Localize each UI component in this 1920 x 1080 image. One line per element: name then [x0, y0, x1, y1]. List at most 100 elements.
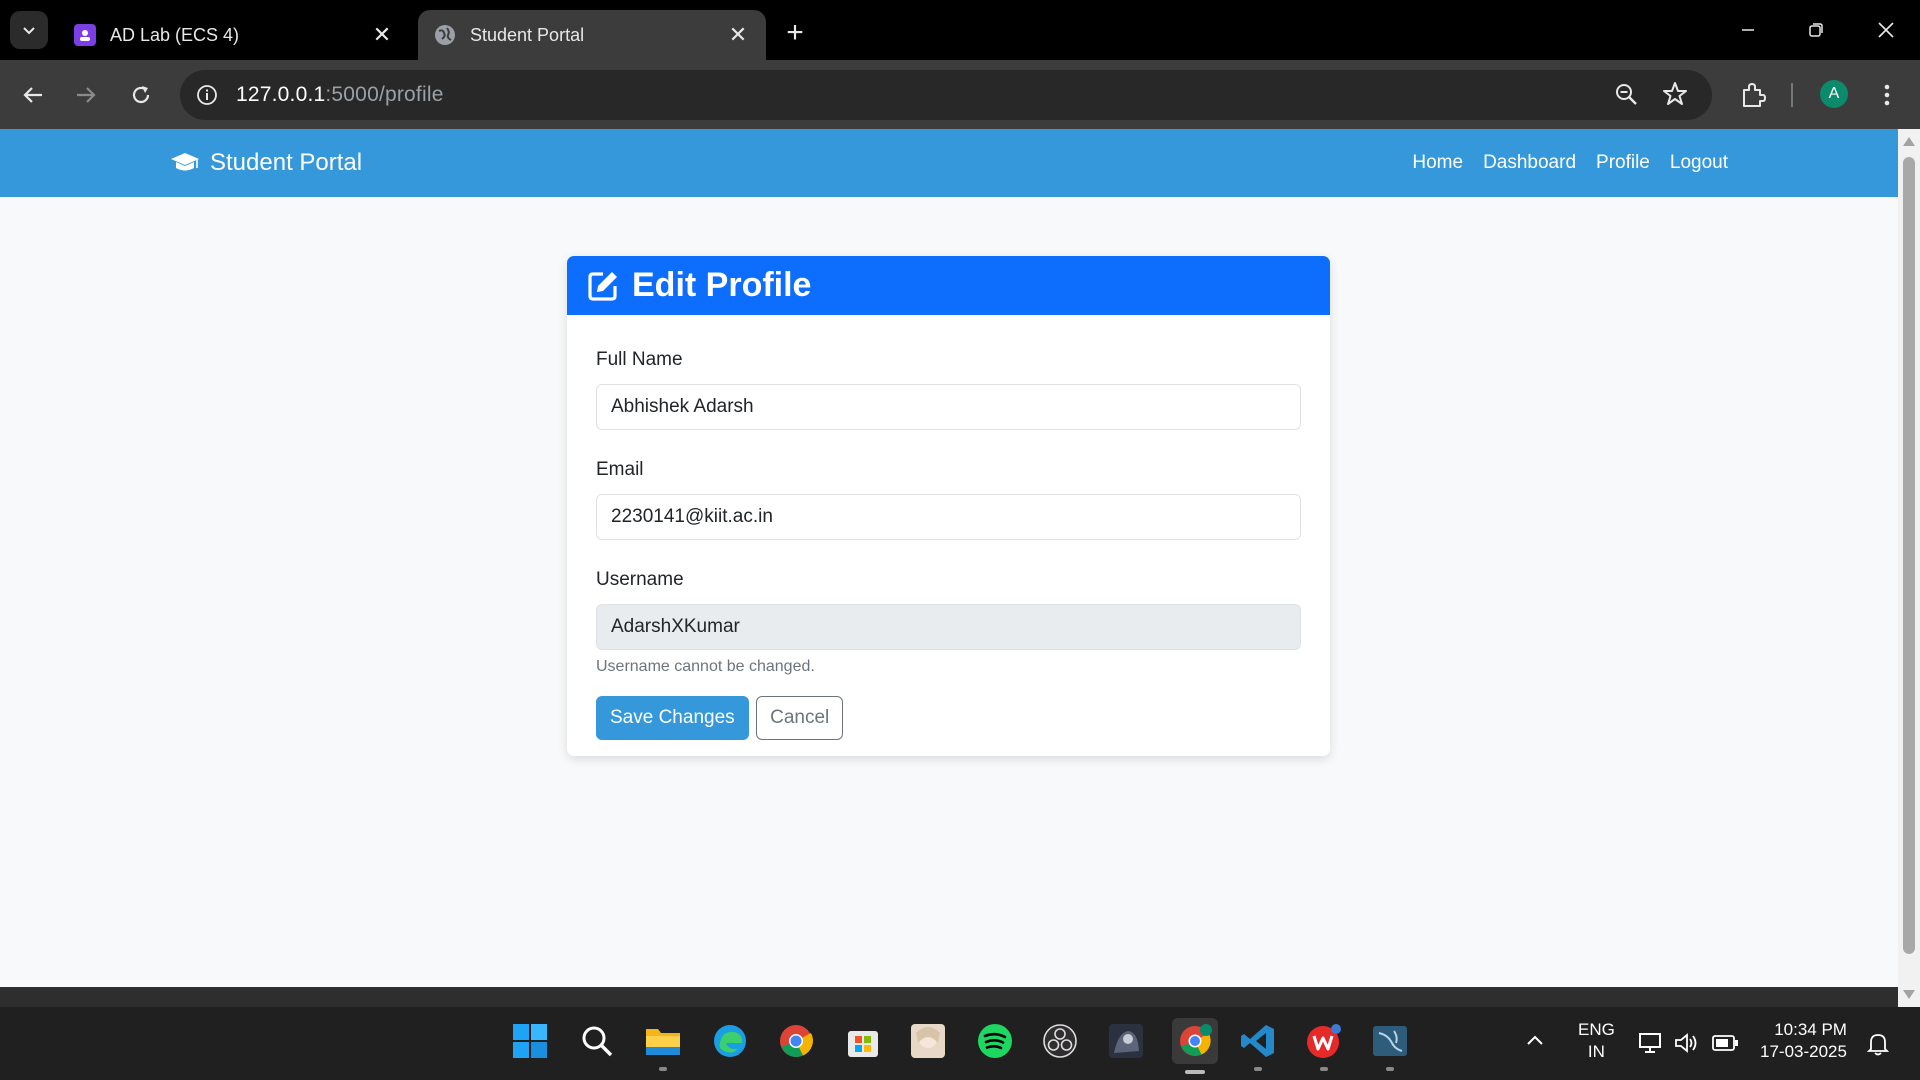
region-code: IN	[1587, 1042, 1605, 1061]
close-window-button[interactable]	[1852, 0, 1920, 60]
network-icon[interactable]	[1638, 1031, 1664, 1061]
microsoft-store-app[interactable]	[843, 1021, 883, 1061]
volume-icon[interactable]	[1673, 1031, 1699, 1061]
restore-button[interactable]	[1782, 0, 1850, 60]
tab-title: AD Lab (ECS 4)	[110, 24, 240, 45]
new-tab-button[interactable]: +	[776, 14, 814, 52]
obs-icon	[1043, 1024, 1077, 1058]
store-icon	[848, 1031, 878, 1057]
clock-time: 10:34 PM	[1774, 1020, 1847, 1039]
game-launcher-app[interactable]	[1106, 1021, 1146, 1061]
wps-office-app[interactable]	[1304, 1021, 1344, 1071]
mysql-workbench-app[interactable]	[1370, 1021, 1410, 1071]
language-indicator[interactable]: ENG IN	[1578, 1019, 1615, 1063]
scroll-down-arrow-icon[interactable]	[1903, 990, 1915, 999]
active-indicator	[1185, 1070, 1205, 1074]
obs-app[interactable]	[1040, 1021, 1080, 1061]
cancel-button[interactable]: Cancel	[756, 696, 844, 740]
full-name-input[interactable]: Abhishek Adarsh	[596, 384, 1301, 430]
edge-app[interactable]	[710, 1021, 750, 1061]
graduation-cap-icon	[171, 153, 199, 171]
tab-student-portal[interactable]: Student Portal ✕	[418, 10, 766, 60]
chrome-icon	[780, 1025, 813, 1057]
chrome-app[interactable]	[776, 1021, 816, 1061]
navbar-links: Home Dashboard Profile Logout	[1412, 152, 1728, 174]
scrollbar-thumb[interactable]	[1903, 157, 1915, 954]
card-header: Edit Profile	[567, 256, 1330, 315]
vscode-app[interactable]	[1238, 1021, 1278, 1071]
forward-button[interactable]	[66, 75, 106, 115]
tab-search-button[interactable]	[10, 11, 48, 49]
battery-icon[interactable]	[1711, 1033, 1739, 1059]
minimize-icon	[1742, 29, 1754, 31]
email-input[interactable]: 2230141@kiit.ac.in	[596, 494, 1301, 540]
browser-toolbar: 127.0.0.1:5000/profile A	[0, 60, 1920, 129]
username-help-text: Username cannot be changed.	[596, 658, 815, 675]
vertical-scrollbar[interactable]	[1898, 129, 1920, 1007]
database-icon	[1373, 1026, 1407, 1056]
start-button[interactable]	[510, 1021, 550, 1061]
language-code: ENG	[1578, 1020, 1615, 1039]
navbar-brand[interactable]: Student Portal	[170, 149, 362, 177]
edit-profile-card: Edit Profile Full Name Abhishek Adarsh E…	[567, 256, 1330, 756]
menu-button[interactable]	[1867, 75, 1907, 115]
close-tab-icon[interactable]: ✕	[370, 22, 394, 47]
notifications-button[interactable]	[1866, 1031, 1890, 1063]
site-info-icon[interactable]	[192, 80, 222, 110]
email-label: Email	[596, 459, 644, 480]
chevron-down-icon	[23, 27, 35, 35]
classroom-icon	[74, 24, 96, 46]
save-changes-button[interactable]: Save Changes	[596, 696, 749, 740]
reload-icon	[132, 86, 150, 104]
chevron-up-icon	[1527, 1035, 1543, 1045]
reload-button[interactable]	[121, 75, 161, 115]
scroll-up-arrow-icon[interactable]	[1903, 137, 1915, 146]
arrow-left-icon	[23, 87, 42, 103]
restore-icon	[1809, 23, 1823, 37]
tab-title: Student Portal	[470, 24, 585, 45]
chrome-profile-app[interactable]	[1172, 1018, 1218, 1074]
edit-icon	[588, 271, 617, 301]
nav-profile[interactable]: Profile	[1596, 152, 1650, 174]
url-host: 127.0.0.1	[236, 83, 326, 106]
zoom-icon[interactable]	[1614, 82, 1640, 113]
toolbar-separator	[1791, 83, 1793, 107]
clock[interactable]: 10:34 PM 17-03-2025	[1760, 1019, 1847, 1063]
browser-tab-strip: AD Lab (ECS 4) ✕ Student Portal ✕ +	[0, 0, 1920, 60]
close-tab-icon[interactable]: ✕	[726, 22, 750, 47]
brand-title: Student Portal	[210, 149, 363, 176]
spotify-icon	[978, 1024, 1012, 1058]
site-navbar: Student Portal Home Dashboard Profile Lo…	[0, 129, 1898, 197]
anime-game-app[interactable]	[908, 1021, 948, 1061]
form-actions: Save Changes Cancel	[596, 696, 1301, 740]
show-hidden-icons-button[interactable]	[1526, 1031, 1544, 1053]
extensions-button[interactable]	[1733, 75, 1773, 115]
running-indicator	[659, 1067, 667, 1071]
nav-logout[interactable]: Logout	[1670, 152, 1728, 174]
search-button[interactable]	[577, 1021, 617, 1061]
arrow-right-icon	[77, 87, 96, 103]
nav-dashboard[interactable]: Dashboard	[1483, 152, 1576, 174]
character-icon	[1109, 1024, 1143, 1058]
address-bar[interactable]: 127.0.0.1:5000/profile	[180, 70, 1712, 120]
back-button[interactable]	[13, 75, 53, 115]
globe-icon	[434, 24, 456, 46]
profile-avatar[interactable]: A	[1820, 80, 1848, 108]
tab-ad-lab[interactable]: AD Lab (ECS 4) ✕	[58, 10, 410, 60]
file-explorer-app[interactable]	[643, 1021, 683, 1071]
minimize-button[interactable]	[1714, 0, 1782, 60]
card-title: Edit Profile	[632, 266, 812, 304]
vscode-icon	[1241, 1025, 1274, 1057]
profile-form: Full Name Abhishek Adarsh Email 2230141@…	[567, 315, 1330, 740]
search-icon	[582, 1026, 613, 1057]
spotify-app[interactable]	[975, 1021, 1015, 1061]
nav-home[interactable]: Home	[1412, 152, 1463, 174]
web-page: Student Portal Home Dashboard Profile Lo…	[0, 129, 1898, 987]
bookmark-star-icon[interactable]	[1662, 81, 1688, 112]
wps-icon	[1307, 1024, 1341, 1058]
game-icon	[911, 1024, 945, 1058]
kebab-menu-icon	[1884, 84, 1890, 106]
folder-icon	[646, 1029, 680, 1055]
horizontal-scroll-area	[0, 987, 1898, 1007]
close-icon	[1878, 22, 1894, 38]
